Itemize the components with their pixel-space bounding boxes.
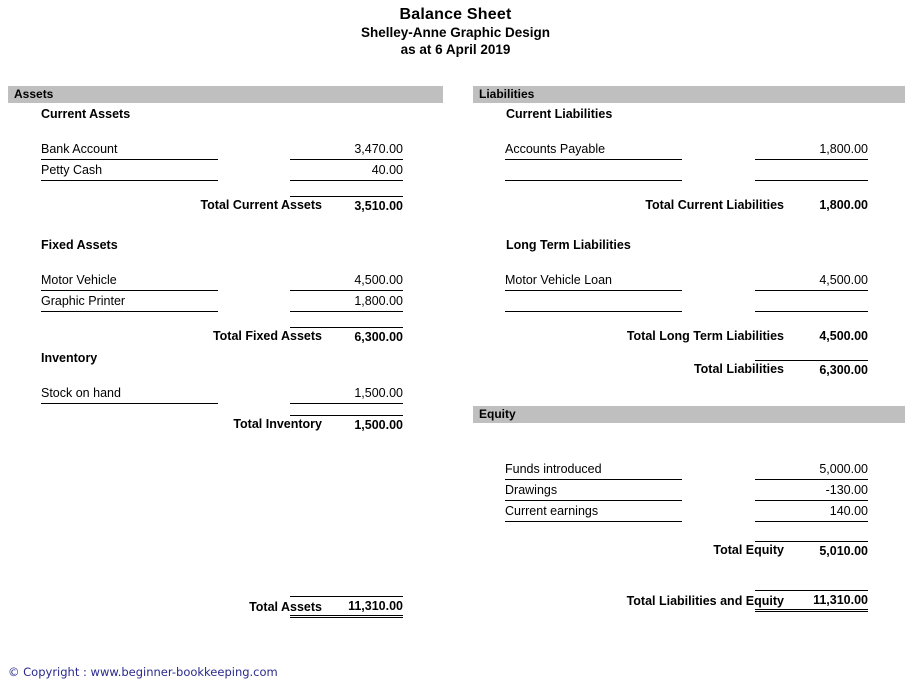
grand-total-row-assets: Total Assets 11,310.00 <box>8 596 443 618</box>
total-row-equity: Total Equity 5,010.00 <box>473 540 905 561</box>
table-row: Accounts Payable 1,800.00 <box>473 139 905 160</box>
table-row: Current earnings 140.00 <box>473 501 905 522</box>
line-item-label: Graphic Printer <box>41 292 218 312</box>
total-row-liabilities: Total Liabilities 6,300.00 <box>473 359 905 380</box>
line-item-amount: 4,500.00 <box>755 271 868 291</box>
table-row: Stock on hand 1,500.00 <box>8 383 443 404</box>
line-item-label: Motor Vehicle Loan <box>505 271 682 291</box>
group-heading-current-assets: Current Assets <box>41 107 131 121</box>
grand-total-amount: 11,310.00 <box>755 590 868 612</box>
table-row: Motor Vehicle Loan 4,500.00 <box>473 270 905 291</box>
total-amount: 5,010.00 <box>755 541 868 561</box>
line-item-label <box>505 294 682 312</box>
line-item-label: Bank Account <box>41 140 218 160</box>
line-item-amount: 3,470.00 <box>290 140 403 160</box>
group-heading-fixed-assets: Fixed Assets <box>41 238 118 252</box>
table-row: Drawings -130.00 <box>473 480 905 501</box>
line-item-amount: 140.00 <box>755 502 868 522</box>
table-row-empty <box>473 291 905 312</box>
line-item-amount: -130.00 <box>755 481 868 501</box>
subtotal-row-long-term-liabilities: Total Long Term Liabilities 4,500.00 <box>473 326 905 347</box>
line-item-amount: 4,500.00 <box>290 271 403 291</box>
section-header-assets: Assets <box>8 86 443 103</box>
subtotal-amount: 6,300.00 <box>290 327 403 347</box>
total-amount: 6,300.00 <box>755 360 868 380</box>
line-item-label: Stock on hand <box>41 384 218 404</box>
line-item-amount: 40.00 <box>290 161 403 181</box>
table-row: Graphic Printer 1,800.00 <box>8 291 443 312</box>
subtotal-amount: 1,800.00 <box>819 198 868 212</box>
group-heading-inventory: Inventory <box>41 351 98 365</box>
line-item-amount: 1,800.00 <box>290 292 403 312</box>
subtotal-amount: 3,510.00 <box>290 196 403 216</box>
section-header-equity: Equity <box>473 406 905 423</box>
line-item-amount <box>755 294 868 312</box>
table-row: Bank Account 3,470.00 <box>8 139 443 160</box>
subtotal-row-current-liabilities: Total Current Liabilities 1,800.00 <box>473 195 905 216</box>
liabilities-equity-column: Liabilities Current Liabilities Accounts… <box>473 86 905 612</box>
report-date: as at 6 April 2019 <box>400 42 511 57</box>
line-item-amount: 1,500.00 <box>290 384 403 404</box>
line-item-label: Drawings <box>505 481 682 501</box>
line-item-label: Current earnings <box>505 502 682 522</box>
company-name: Shelley-Anne Graphic Design <box>360 25 551 40</box>
document-title-block: Balance Sheet Shelley-Anne Graphic Desig… <box>0 0 911 58</box>
section-header-liabilities: Liabilities <box>473 86 905 103</box>
table-row-empty <box>473 160 905 181</box>
line-item-label: Funds introduced <box>505 460 682 480</box>
line-item-amount <box>755 163 868 181</box>
line-item-label <box>505 163 682 181</box>
grand-total-row-liabilities-equity: Total Liabilities and Equity 11,310.00 <box>473 590 905 612</box>
line-item-label: Petty Cash <box>41 161 218 181</box>
line-item-amount: 5,000.00 <box>755 460 868 480</box>
page-title: Balance Sheet <box>399 6 512 23</box>
line-item-label: Accounts Payable <box>505 140 682 160</box>
line-item-amount: 1,800.00 <box>755 140 868 160</box>
table-row: Petty Cash 40.00 <box>8 160 443 181</box>
group-heading-long-term-liabilities: Long Term Liabilities <box>506 238 631 252</box>
copyright-footer: © Copyright : www.beginner-bookkeeping.c… <box>8 665 278 679</box>
subtotal-row-inventory: Total Inventory 1,500.00 <box>8 414 443 435</box>
line-item-label: Motor Vehicle <box>41 271 218 291</box>
subtotal-row-fixed-assets: Total Fixed Assets 6,300.00 <box>8 326 443 347</box>
table-row: Funds introduced 5,000.00 <box>473 459 905 480</box>
subtotal-amount: 1,500.00 <box>290 415 403 435</box>
subtotal-row-current-assets: Total Current Assets 3,510.00 <box>8 195 443 216</box>
subtotal-amount: 4,500.00 <box>819 329 868 343</box>
grand-total-amount: 11,310.00 <box>290 596 403 618</box>
group-heading-current-liabilities: Current Liabilities <box>506 107 613 121</box>
assets-column: Assets Current Assets Bank Account 3,470… <box>8 86 443 618</box>
table-row: Motor Vehicle 4,500.00 <box>8 270 443 291</box>
